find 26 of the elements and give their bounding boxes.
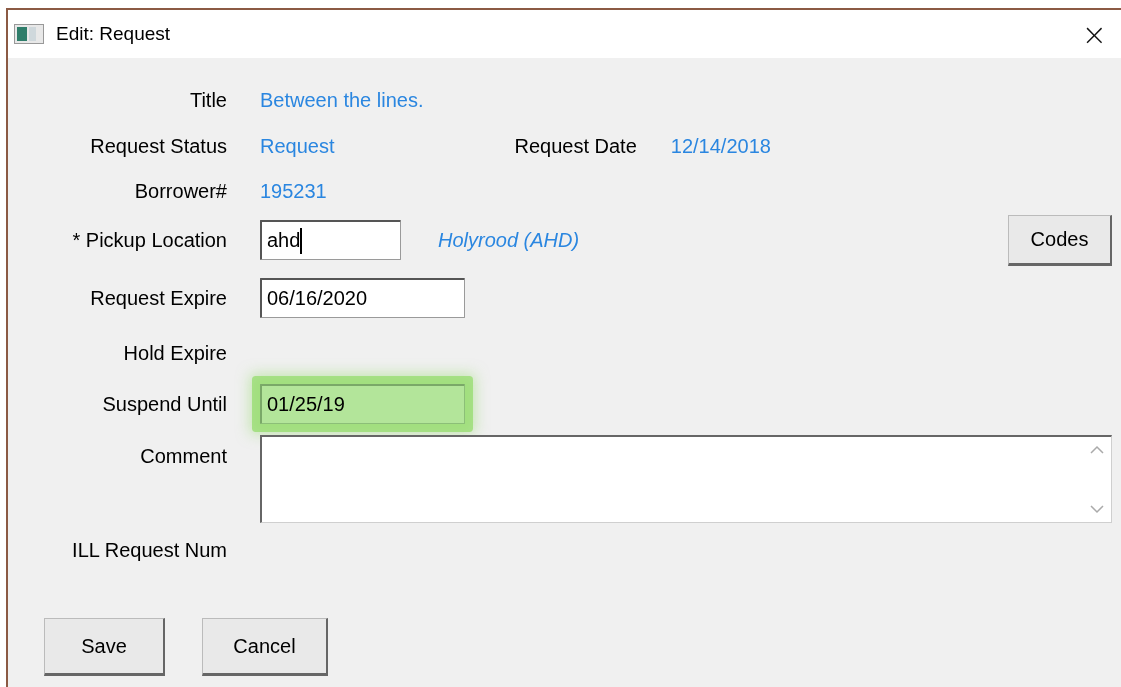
field-label: ILL Request Num bbox=[71, 538, 227, 562]
cancel-button[interactable]: Cancel bbox=[202, 618, 328, 676]
field-value: Between the lines. bbox=[260, 88, 424, 112]
input-field[interactable]: 06/16/2020 bbox=[260, 278, 465, 318]
comment-field[interactable] bbox=[260, 435, 1112, 523]
field-label: Title bbox=[188, 88, 227, 112]
field-value: 195231 bbox=[260, 179, 327, 203]
location-name: Holyrood (AHD) bbox=[438, 228, 580, 252]
scroll-up-icon[interactable] bbox=[1090, 445, 1104, 454]
field-label: Request Date bbox=[514, 134, 637, 158]
window-title: Edit: Request bbox=[56, 23, 172, 45]
field-value: Request bbox=[260, 134, 335, 158]
field-label: Hold Expire bbox=[122, 341, 227, 365]
field-value: 12/14/2018 bbox=[670, 134, 771, 158]
field-label: Request Status bbox=[89, 134, 227, 158]
field-label: Request Expire bbox=[89, 286, 227, 310]
save-button[interactable]: Save bbox=[44, 618, 165, 676]
close-button[interactable]: × bbox=[1077, 16, 1111, 52]
field-label: * Pickup Location bbox=[71, 228, 227, 252]
field-label: Suspend Until bbox=[101, 392, 227, 416]
app-icon bbox=[14, 24, 44, 44]
field-label: Comment bbox=[139, 445, 227, 468]
scroll-down-icon[interactable] bbox=[1090, 505, 1104, 514]
field-label: Borrower# bbox=[133, 179, 227, 203]
input-field[interactable]: ahd bbox=[260, 220, 401, 260]
codes-button[interactable]: Codes bbox=[1008, 214, 1112, 266]
